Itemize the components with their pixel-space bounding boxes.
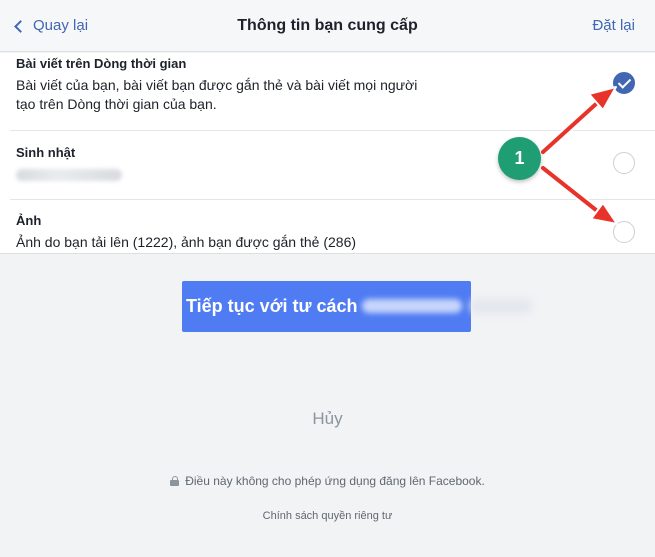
item-description: Bài viết của bạn, bài viết bạn được gắn … (16, 77, 418, 112)
privacy-policy-link[interactable]: Chính sách quyền riêng tư (0, 510, 655, 522)
list-item-photos[interactable]: Ảnh Ảnh do bạn tải lên (1222), ảnh bạn đ… (0, 200, 655, 254)
continue-as-button[interactable]: Tiếp tục với tư cách (182, 281, 471, 332)
item-description: Ảnh do bạn tải lên (1222), ảnh bạn được … (16, 234, 357, 250)
continue-button-label: Tiếp tục với tư cách (186, 296, 358, 316)
item-title: Bài viết trên Dòng thời gian (16, 56, 187, 71)
lock-icon (170, 476, 180, 486)
blurred-user-name-overflow (470, 298, 532, 314)
checkbox-birthday[interactable] (613, 152, 635, 174)
post-permission-note: Điều này không cho phép ứng dụng đăng lê… (0, 474, 655, 488)
cancel-button[interactable]: Hủy (0, 409, 655, 429)
reset-button[interactable]: Đặt lại (592, 17, 635, 34)
permissions-list: Bài viết trên Dòng thời gian Bài viết củ… (0, 53, 655, 254)
list-item-timeline-posts[interactable]: Bài viết trên Dòng thời gian Bài viết củ… (0, 53, 655, 130)
note-text: Điều này không cho phép ứng dụng đăng lê… (185, 474, 485, 488)
blurred-user-name (362, 299, 462, 313)
checkbox-photos[interactable] (613, 221, 635, 243)
item-title: Ảnh (16, 213, 42, 228)
page-title: Thông tin bạn cung cấp (237, 17, 418, 34)
top-bar: Quay lại Thông tin bạn cung cấp Đặt lại (0, 0, 655, 52)
checkbox-timeline-posts[interactable] (613, 72, 635, 94)
list-item-birthday[interactable]: Sinh nhật (0, 131, 655, 199)
item-title: Sinh nhật (16, 145, 76, 160)
step-number-badge: 1 (498, 137, 541, 180)
blurred-birthday-value (16, 169, 122, 181)
